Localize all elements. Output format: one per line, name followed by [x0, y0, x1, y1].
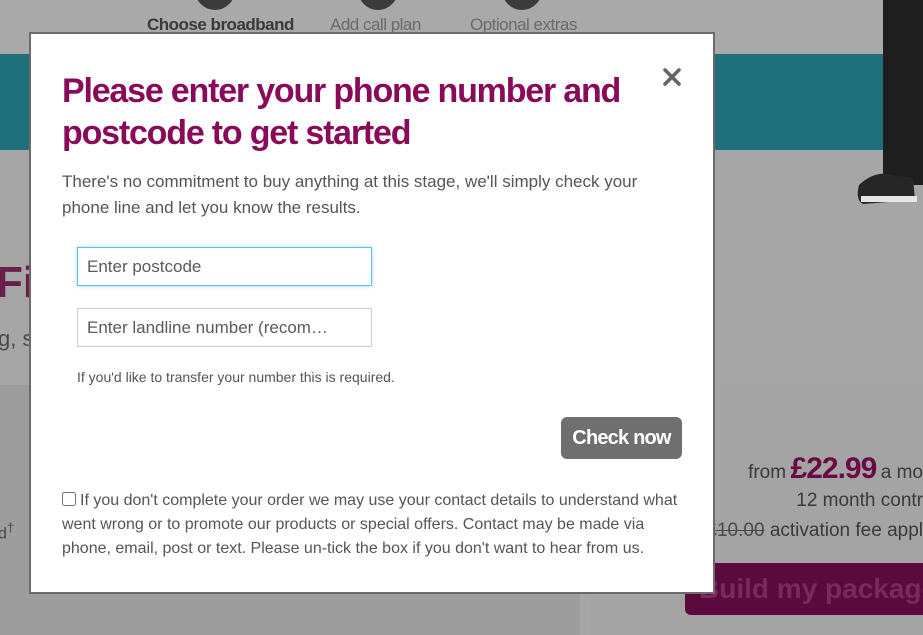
- price-line: from £22.99 a mo: [748, 452, 923, 486]
- close-button[interactable]: [659, 64, 685, 90]
- postcode-input[interactable]: [77, 247, 372, 286]
- check-line-modal: Please enter your phone number and postc…: [29, 32, 715, 594]
- step-2-circle: [358, 0, 398, 10]
- activation-fee: 00 £10.00 activation fee appl: [680, 520, 923, 542]
- dagger-mark: †: [6, 520, 15, 535]
- modal-title: Please enter your phone number and postc…: [62, 72, 621, 152]
- activation-old-price: £10.00: [706, 520, 765, 541]
- marketing-consent: If you don't complete your order we may …: [62, 489, 687, 561]
- close-icon: [663, 68, 681, 86]
- landline-hint: If you'd like to transfer your number th…: [77, 369, 395, 385]
- build-package-button[interactable]: Build my package: [685, 563, 923, 615]
- consent-text: If you don't complete your order we may …: [62, 492, 678, 557]
- modal-intro: There's no commitment to buy anything at…: [62, 172, 638, 217]
- landline-input[interactable]: [77, 308, 372, 347]
- price-from: from: [748, 462, 787, 483]
- background-feature-text: d†: [0, 520, 14, 543]
- price-suffix: a mo: [880, 462, 923, 483]
- price-amount: £22.99: [790, 452, 878, 485]
- feature-text-fragment: d: [0, 525, 7, 543]
- consent-checkbox[interactable]: [62, 492, 76, 506]
- step-1-circle: [195, 0, 235, 10]
- check-now-button[interactable]: Check now: [561, 417, 682, 459]
- person-illustration: [857, 0, 923, 204]
- contract-length: 12 month contr: [796, 490, 923, 511]
- step-3-circle: [502, 0, 542, 10]
- activation-suffix: activation fee appl: [769, 520, 923, 541]
